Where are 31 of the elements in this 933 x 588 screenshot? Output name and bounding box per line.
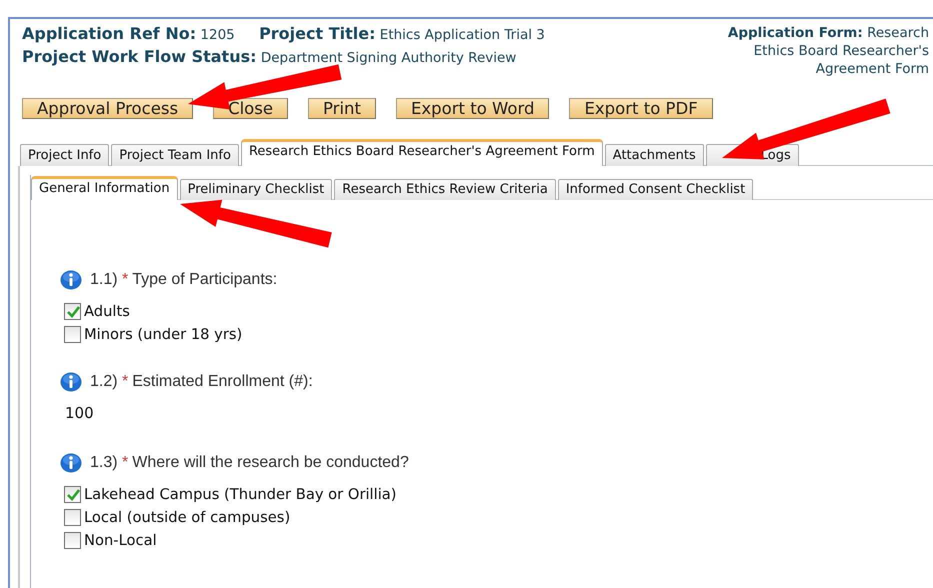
tab[interactable]: General Information: [31, 176, 178, 200]
checkbox-label: Non-Local: [84, 532, 157, 549]
checkbox[interactable]: [64, 486, 81, 503]
tab[interactable]: Research Ethics Board Researcher's Agreement Form: [240, 139, 603, 166]
action-button[interactable]: Print: [308, 98, 376, 119]
action-button[interactable]: Export to Word: [396, 98, 550, 119]
checkbox-label: Lakehead Campus (Thunder Bay or Orillia): [84, 486, 397, 503]
checkbox[interactable]: [64, 509, 81, 526]
form-name-text: Application Form: Research Ethics Board Researcher's Agreement Form: [726, 24, 929, 78]
question-text: 1.1) * Type of Participants:: [90, 271, 278, 289]
info-icon[interactable]: [60, 270, 82, 290]
tab[interactable]: Project Team Info: [111, 144, 239, 166]
checkbox[interactable]: [64, 326, 81, 343]
answer-value: 100: [65, 404, 94, 422]
checkbox-label: Local (outside of campuses): [84, 509, 290, 526]
tab[interactable]: Informed Consent Checklist: [558, 179, 754, 200]
info-icon[interactable]: [60, 372, 82, 392]
action-button[interactable]: Export to PDF: [569, 98, 713, 119]
header-text: Application Ref No: 1205 Project Title: Ethics Application Trial 3 Project Work Flow Status: Department Signing Authority Review: [22, 23, 546, 68]
tab[interactable]: Project Info: [20, 144, 110, 166]
tab[interactable]: Preliminary Checklist: [180, 179, 332, 200]
action-button[interactable]: Approval Process: [22, 98, 194, 119]
checkbox[interactable]: [64, 303, 81, 320]
checkbox-label: Adults: [84, 303, 130, 320]
tab[interactable]: Attachments: [604, 144, 704, 166]
checkbox-label: Minors (under 18 yrs): [84, 326, 242, 343]
question-text: 1.2) * Estimated Enrollment (#):: [90, 373, 313, 391]
tab[interactable]: Research Ethics Review Criteria: [334, 179, 556, 200]
info-icon[interactable]: [60, 453, 82, 473]
checkbox[interactable]: [64, 532, 81, 549]
question-text: 1.3) * Where will the research be conducted?: [90, 454, 409, 472]
